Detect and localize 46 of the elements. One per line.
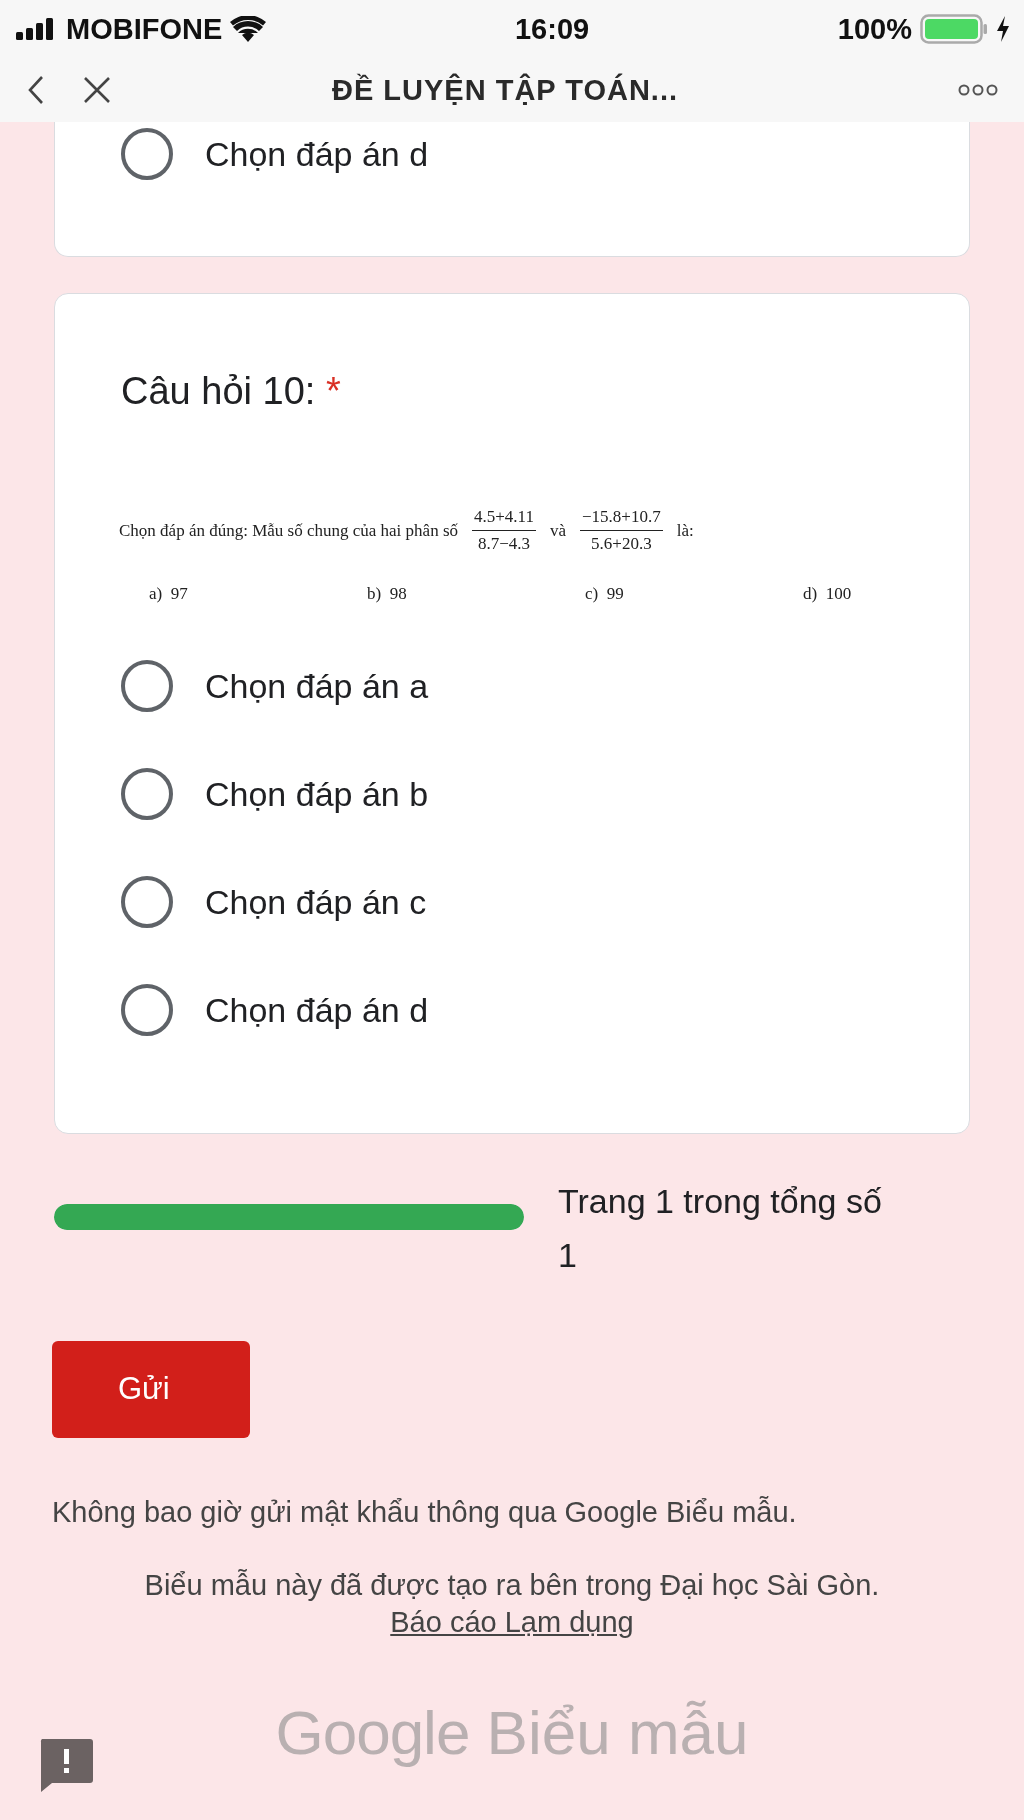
back-icon[interactable] — [26, 74, 46, 106]
logo-google: Google — [275, 1697, 470, 1767]
clock-time: 16:09 — [514, 12, 590, 46]
logo-forms: Biểu mẫu — [486, 1697, 749, 1767]
charging-bolt-icon — [996, 16, 1010, 42]
report-abuse-link[interactable]: Báo cáo Lạm dụng — [390, 1605, 634, 1639]
answer-option[interactable]: Chọn đáp án d — [121, 984, 969, 1036]
option-label: Chọn đáp án d — [205, 134, 429, 174]
choice-text: c) 99 — [585, 584, 625, 604]
option-label: Chọn đáp án a — [205, 666, 429, 706]
radio-button[interactable] — [121, 876, 173, 928]
radio-button[interactable] — [121, 660, 173, 712]
battery-percent: 100% — [837, 12, 912, 46]
feedback-icon[interactable] — [38, 1736, 94, 1793]
page-indicator: Trang 1 trong tổng số 1 — [558, 1181, 883, 1277]
radio-button[interactable] — [121, 768, 173, 820]
fraction-numerator: 4.5+4.11 — [472, 507, 536, 531]
choice-text: b) 98 — [367, 584, 408, 604]
option-label: Chọn đáp án d — [205, 990, 429, 1030]
close-icon[interactable] — [82, 75, 112, 105]
question-title: Câu hỏi 10: — [121, 370, 316, 412]
choice-text: d) 100 — [803, 584, 853, 604]
choice-text: a) 97 — [149, 584, 189, 604]
answer-option[interactable]: Chọn đáp án d — [121, 128, 969, 180]
radio-button[interactable] — [121, 128, 173, 180]
more-icon[interactable] — [958, 84, 998, 96]
carrier-name: MOBIFONE — [66, 12, 223, 46]
password-warning: Không bao giờ gửi mật khẩu thông qua Google Biểu mẫu. — [52, 1495, 798, 1529]
answer-option[interactable]: Chọn đáp án b — [121, 768, 969, 820]
page-title: ĐỀ LUYỆN TẬP TOÁN... — [331, 73, 679, 107]
problem-text: Chọn đáp án đúng: Mẫu số chung của hai phân số — [119, 520, 458, 541]
answer-option[interactable]: Chọn đáp án c — [121, 876, 969, 928]
battery-icon — [920, 14, 988, 44]
wifi-icon — [230, 16, 267, 42]
problem-text: là: — [676, 520, 694, 541]
problem-text: và — [549, 520, 566, 541]
fraction-numerator: −15.8+10.7 — [580, 507, 663, 531]
required-mark: * — [325, 370, 341, 412]
fraction-denominator: 5.6+20.3 — [591, 533, 652, 554]
fraction-denominator: 8.7−4.3 — [477, 533, 531, 554]
option-label: Chọn đáp án b — [205, 774, 429, 814]
form-origin-note: Biểu mẫu này đã được tạo ra bên trong Đại học Sài Gòn. — [144, 1568, 880, 1602]
answer-option[interactable]: Chọn đáp án a — [121, 660, 969, 712]
option-label: Chọn đáp án c — [205, 882, 427, 922]
radio-button[interactable] — [121, 984, 173, 1036]
submit-button[interactable]: Gửi — [52, 1340, 250, 1438]
